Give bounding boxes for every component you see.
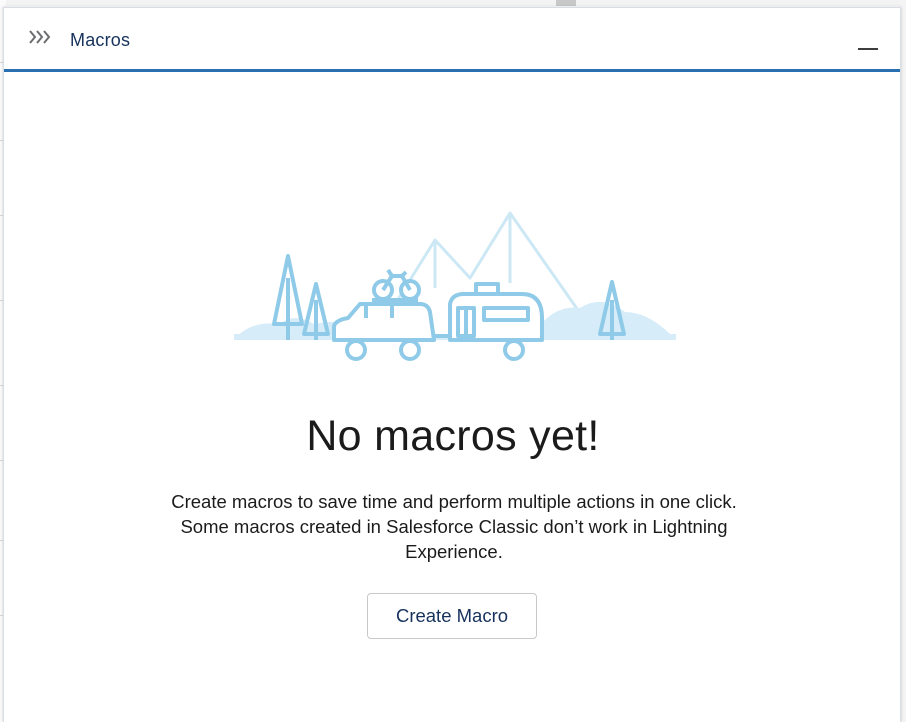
panel-title: Macros (70, 30, 131, 50)
car-with-bike-illustration (332, 268, 436, 361)
create-macro-button[interactable]: Create Macro (367, 593, 537, 639)
camping-trip-illustration (234, 211, 676, 361)
macros-utility-panel: Macros No macros yet! Create macros to s… (3, 7, 901, 722)
minimize-button[interactable] (852, 26, 886, 56)
camper-trailer-illustration (434, 282, 544, 361)
empty-state-description: Create macros to save time and perform m… (171, 491, 737, 562)
minimize-icon (858, 48, 878, 50)
empty-state-title: No macros yet! (306, 412, 600, 460)
background-scrollbar-thumb (556, 0, 576, 6)
background-top-strip (0, 0, 906, 6)
panel-header: Macros (4, 8, 900, 72)
chevrons-right-icon (29, 30, 51, 44)
